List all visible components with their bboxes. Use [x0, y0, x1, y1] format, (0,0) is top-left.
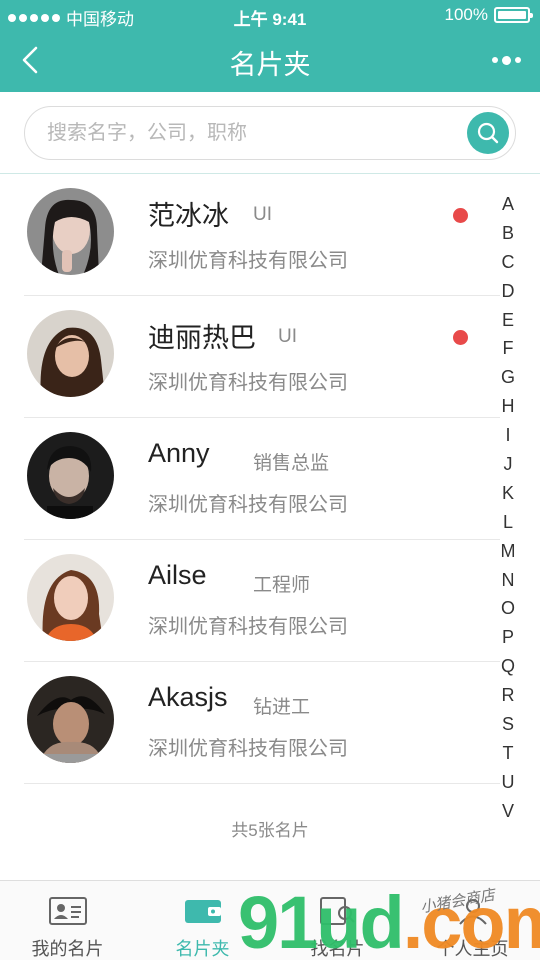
avatar	[27, 432, 114, 519]
index-letter[interactable]: U	[492, 768, 524, 797]
status-bar: 中国移动 上午 9:41 100%	[0, 0, 540, 30]
index-letter[interactable]: A	[492, 190, 524, 219]
divider	[24, 783, 500, 784]
header: 中国移动 上午 9:41 100% 名片夹	[0, 0, 540, 92]
id-card-icon	[48, 897, 87, 925]
contact-name: Anny	[148, 438, 210, 468]
battery: 100%	[444, 5, 533, 25]
contact-role: UI	[253, 204, 272, 225]
index-letter[interactable]: D	[492, 277, 524, 306]
index-letter[interactable]: S	[492, 710, 524, 739]
avatar	[27, 676, 114, 763]
more-button[interactable]	[488, 48, 524, 72]
index-letter[interactable]: B	[492, 219, 524, 248]
index-letter[interactable]: R	[492, 681, 524, 710]
contact-company: 深圳优育科技有限公司	[148, 494, 348, 516]
search-box	[24, 106, 516, 160]
avatar	[27, 554, 114, 641]
index-letter[interactable]: H	[492, 392, 524, 421]
contact-name: 迪丽热巴	[148, 323, 256, 353]
unread-dot	[453, 330, 468, 345]
wallet-icon	[184, 900, 221, 923]
battery-percent: 100%	[444, 5, 488, 24]
search-section	[0, 92, 540, 174]
index-letter[interactable]: Q	[492, 652, 524, 681]
index-letter[interactable]: G	[492, 363, 524, 392]
index-letter[interactable]: K	[492, 479, 524, 508]
contact-card[interactable]: Akasjs 钻进工 深圳优育科技有限公司	[0, 662, 540, 784]
contact-company: 深圳优育科技有限公司	[148, 738, 348, 760]
tab-label: 我的名片	[31, 939, 104, 959]
index-letter[interactable]: E	[492, 306, 524, 335]
index-letter[interactable]: I	[492, 421, 524, 450]
contact-card[interactable]: Anny 销售总监 深圳优育科技有限公司	[0, 418, 540, 540]
alphabet-index[interactable]: ABCDEFGHIJKLMNOPQRSTUV	[492, 190, 524, 826]
navbar: 名片夹	[0, 30, 540, 92]
index-letter[interactable]: T	[492, 739, 524, 768]
contact-card[interactable]: 迪丽热巴 UI 深圳优育科技有限公司	[0, 296, 540, 418]
contact-card[interactable]: 范冰冰 UI 深圳优育科技有限公司	[0, 174, 540, 296]
contact-role: 工程师	[253, 575, 311, 596]
more-dots-icon	[491, 57, 498, 63]
search-icon	[477, 122, 499, 144]
contact-name: Ailse	[148, 560, 207, 590]
contact-role: 钻进工	[253, 697, 311, 718]
contact-name: 范冰冰	[148, 201, 229, 231]
index-letter[interactable]: L	[492, 508, 524, 537]
contact-role: 销售总监	[253, 453, 330, 474]
index-letter[interactable]: C	[492, 248, 524, 277]
battery-icon	[494, 7, 533, 23]
index-letter[interactable]: V	[492, 797, 524, 826]
contact-company: 深圳优育科技有限公司	[148, 372, 348, 394]
avatar	[27, 188, 114, 275]
contact-role: UI	[278, 326, 297, 347]
index-letter[interactable]: N	[492, 566, 524, 595]
search-button[interactable]	[467, 112, 509, 154]
contact-name: Akasjs	[148, 682, 228, 712]
contact-company: 深圳优育科技有限公司	[148, 616, 348, 638]
search-input[interactable]	[47, 107, 467, 159]
contact-card[interactable]: Ailse 工程师 深圳优育科技有限公司	[0, 540, 540, 662]
tab-my-card[interactable]: 我的名片	[0, 881, 135, 960]
contact-company: 深圳优育科技有限公司	[148, 250, 348, 272]
index-letter[interactable]: O	[492, 594, 524, 623]
avatar	[27, 310, 114, 397]
index-letter[interactable]: F	[492, 334, 524, 363]
index-letter[interactable]: M	[492, 537, 524, 566]
card-count: 共5张名片	[231, 821, 309, 840]
index-letter[interactable]: J	[492, 450, 524, 479]
page-title: 名片夹	[229, 50, 311, 80]
index-letter[interactable]: P	[492, 623, 524, 652]
contact-list: 范冰冰 UI 深圳优育科技有限公司 迪丽热巴 UI 深圳优育科技有限公司 Ann…	[0, 174, 540, 784]
unread-dot	[453, 208, 468, 223]
